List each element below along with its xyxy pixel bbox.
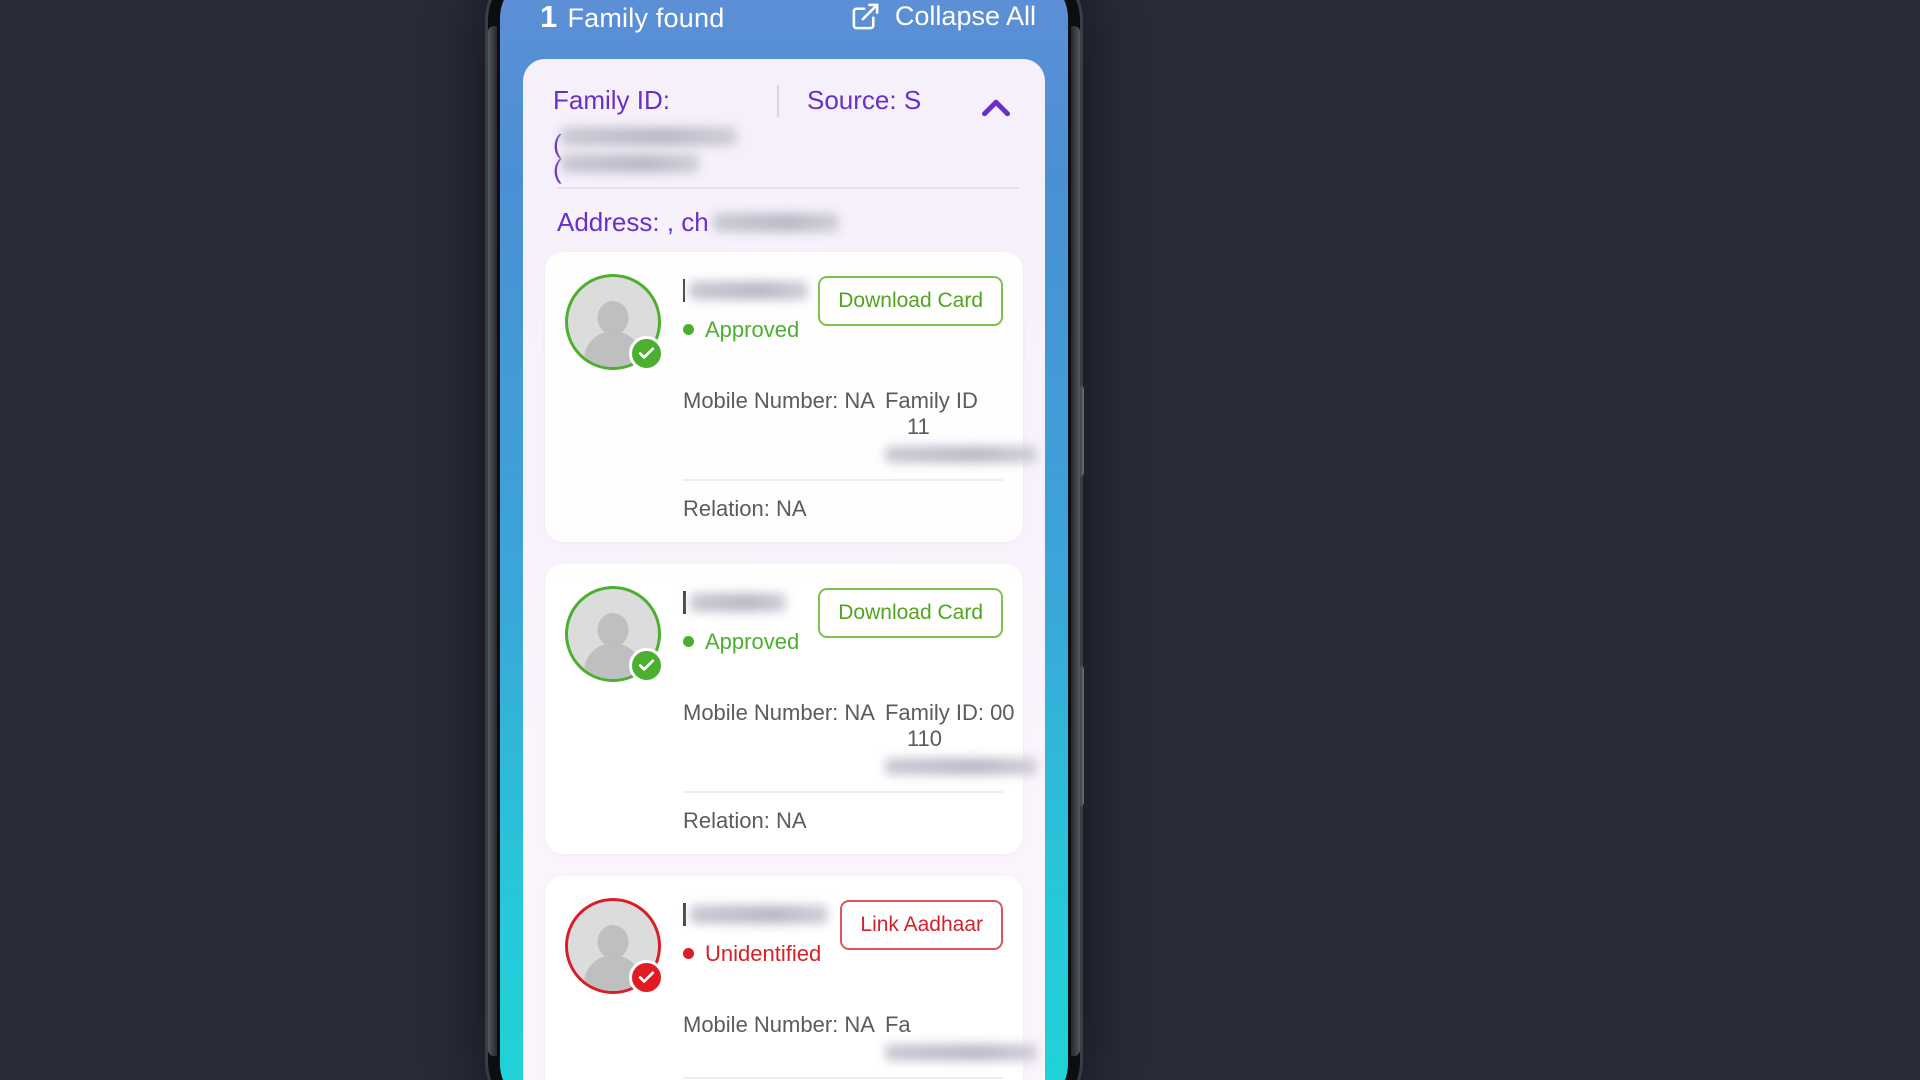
download-card-button[interactable]: Download Card (818, 587, 1003, 638)
status-label: Approved (705, 316, 800, 342)
member-meta-row: Mobile Number: NA Family ID: 00 110 (565, 699, 1037, 775)
source-label: Source: S (807, 85, 922, 115)
phone-power-button[interactable] (1078, 386, 1084, 476)
avatar (565, 897, 664, 995)
status-dot-icon (683, 636, 694, 648)
status-label: Approved (705, 628, 800, 654)
member-name (683, 278, 809, 304)
source-block: Source: S (777, 85, 973, 117)
text-cursor (683, 591, 686, 615)
avatar (565, 273, 664, 371)
check-badge-icon (629, 335, 664, 371)
link-aadhaar-button[interactable]: Link Aadhaar (840, 899, 1003, 950)
mobile-number-value: Mobile Number: NA (683, 699, 875, 725)
relation-value: Relation: NA (683, 495, 807, 521)
family-id-value: Fa (884, 1012, 1045, 1061)
family-id-label: Family ID: (553, 85, 670, 115)
external-link-icon (852, 3, 879, 30)
family-id-redacted (884, 1043, 1037, 1061)
text-cursor (683, 903, 686, 927)
member-name (683, 902, 830, 928)
status-dot-icon (683, 324, 694, 336)
member-info: Unidentified (683, 898, 830, 967)
member-card[interactable]: Approved Download Card Mobile Number: NA Fa… (545, 563, 1037, 854)
member-name-redacted (690, 593, 786, 613)
family-id-redacted (884, 445, 1037, 463)
status-badge: Approved (683, 317, 808, 343)
member-card-top: Approved Download Card (565, 273, 1003, 371)
member-name-redacted (690, 905, 828, 925)
collapse-all-label: Collapse All (894, 1, 1036, 31)
text-cursor (683, 279, 685, 303)
family-id-value-redacted-2 (561, 153, 699, 173)
status-label: Unidentified (705, 940, 822, 966)
family-id-value-redacted-1 (561, 126, 737, 146)
member-action: Download Card (818, 274, 1003, 326)
status-dot-icon (683, 948, 694, 960)
mobile-number-value: Mobile Number: NA (683, 387, 875, 413)
collapse-all-button[interactable]: Collapse All (850, 1, 1036, 32)
family-found-label: Family found (567, 2, 725, 33)
family-id-value: Family ID 11 (884, 388, 1045, 463)
member-name-redacted (688, 281, 809, 301)
address-value-redacted (712, 212, 839, 232)
status-badge: Unidentified (683, 941, 830, 967)
family-found-status: 1 Family found (540, 0, 724, 35)
phone-screen: SD CSarkari DNA 1Family found Collapse A… (500, 0, 1068, 1080)
member-card-top: Unidentified Link Aadhaar (565, 897, 1003, 995)
mobile-number-value: Mobile Number: NA (683, 1011, 875, 1037)
relation-value: Relation: NA (683, 807, 807, 833)
download-card-button[interactable]: Download Card (818, 275, 1003, 326)
family-card: Family ID: ( ( Source: S Address: , ch A… (523, 59, 1045, 1080)
family-id-redacted (884, 757, 1037, 775)
check-badge-icon (629, 647, 664, 683)
member-card[interactable]: Approved Download Card Mobile Number: NA Fa… (545, 251, 1037, 542)
member-name (683, 590, 808, 616)
family-id-value: Family ID: 00 110 (884, 700, 1045, 775)
family-id-block: Family ID: ( ( (553, 85, 765, 184)
member-meta-row: Mobile Number: NA Fa (565, 1011, 1037, 1061)
phone-volume-button[interactable] (1078, 666, 1084, 806)
members-list: Approved Download Card Mobile Number: NA Fa… (523, 238, 1045, 1080)
app-header: 1 Family found Collapse All (500, 0, 1068, 59)
avatar (565, 585, 664, 683)
member-card-top: Approved Download Card (565, 585, 1003, 683)
member-meta-row: Mobile Number: NA Family ID 11 (565, 387, 1037, 463)
address-row: Address: , ch (523, 189, 1045, 238)
member-action: Download Card (818, 586, 1003, 638)
family-card-header: Family ID: ( ( Source: S (523, 85, 1045, 184)
address-label: Address: , ch (557, 206, 709, 237)
family-count: 1 (540, 0, 558, 34)
member-action: Link Aadhaar (840, 898, 1003, 950)
member-info: Approved (683, 274, 809, 343)
member-card[interactable]: Unidentified Link Aadhaar Mobile Number: N… (545, 875, 1037, 1080)
member-info: Approved (683, 586, 808, 655)
status-badge: Approved (683, 629, 808, 655)
check-badge-icon (629, 959, 664, 995)
chevron-up-icon[interactable] (973, 85, 1019, 131)
